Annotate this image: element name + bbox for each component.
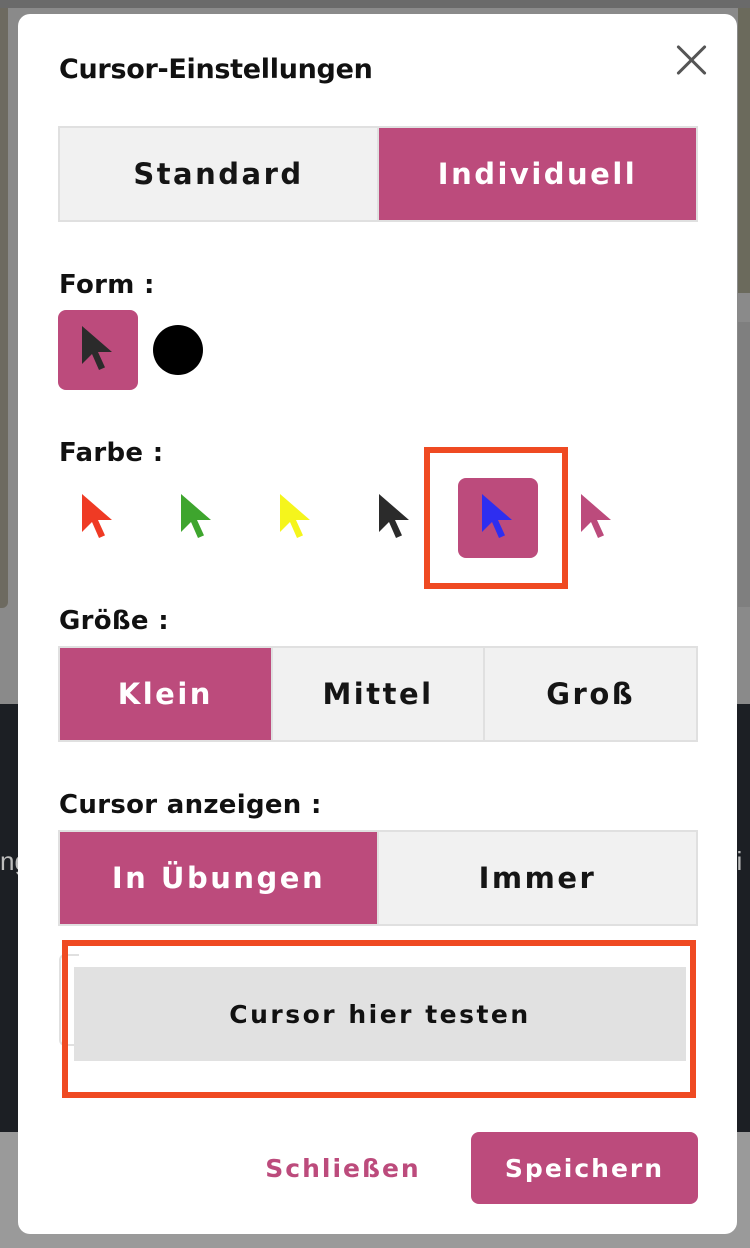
size-toggle: Klein Mittel Groß	[58, 646, 698, 742]
save-button[interactable]: Speichern	[471, 1132, 698, 1204]
groesse-label: Größe :	[59, 606, 169, 636]
shape-arrow-button[interactable]	[58, 310, 138, 390]
shape-circle-button[interactable]	[138, 310, 218, 390]
close-button[interactable]: Schließen	[248, 1136, 438, 1200]
color-pink-button[interactable]	[557, 478, 637, 558]
yellow-arrow-icon	[280, 494, 310, 538]
color-green-button[interactable]	[157, 478, 237, 558]
background-card-right-bottom	[738, 322, 750, 607]
display-immer-button[interactable]: Immer	[379, 832, 696, 924]
black-arrow-icon	[379, 494, 409, 538]
size-gross-button[interactable]: Groß	[485, 648, 697, 740]
pink-arrow-icon	[581, 494, 611, 538]
highlight-box-test	[62, 940, 696, 1098]
farbe-label: Farbe :	[59, 438, 164, 468]
form-label: Form :	[59, 270, 155, 300]
tab-individuell[interactable]: Individuell	[379, 128, 696, 220]
background-strip	[0, 0, 750, 8]
dialog-title: Cursor-Einstellungen	[59, 54, 373, 85]
display-toggle: In Übungen Immer	[58, 830, 698, 926]
background-card-right-top	[738, 8, 750, 293]
green-arrow-icon	[181, 494, 211, 538]
circle-cursor-icon	[153, 325, 203, 375]
size-klein-button[interactable]: Klein	[60, 648, 273, 740]
size-mittel-button[interactable]: Mittel	[272, 648, 486, 740]
color-red-button[interactable]	[58, 478, 138, 558]
highlight-box-color	[424, 447, 568, 589]
tab-standard[interactable]: Standard	[60, 128, 379, 220]
close-icon[interactable]	[674, 42, 710, 78]
display-in-uebungen-button[interactable]: In Übungen	[60, 832, 379, 924]
color-black-button[interactable]	[355, 478, 435, 558]
anzeigen-label: Cursor anzeigen :	[59, 790, 322, 820]
arrow-cursor-icon	[82, 326, 112, 370]
red-arrow-icon	[82, 494, 112, 538]
cursor-settings-dialog: Cursor-Einstellungen Standard Individuel…	[18, 14, 737, 1234]
mode-toggle: Standard Individuell	[58, 126, 698, 222]
color-yellow-button[interactable]	[256, 478, 336, 558]
background-card-left	[0, 8, 8, 608]
